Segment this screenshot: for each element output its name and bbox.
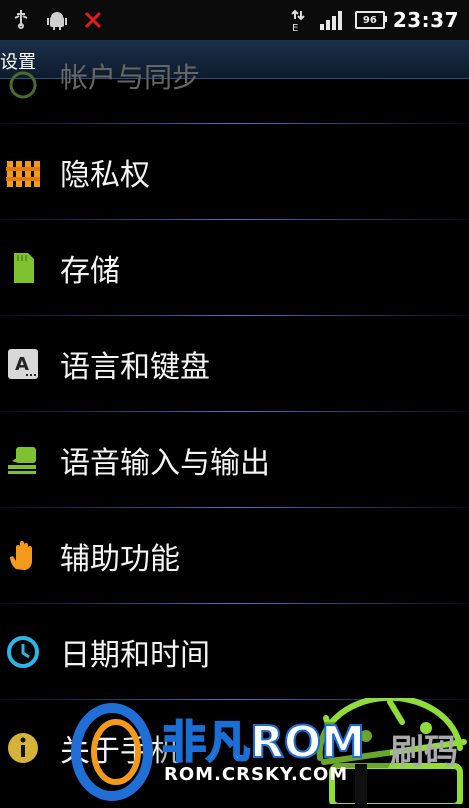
svg-text:E: E <box>292 23 298 32</box>
settings-item-language-keyboard[interactable]: A 语言和键盘 <box>0 316 469 412</box>
status-time: 23:37 <box>392 8 459 32</box>
data-transfer-icon: E <box>287 9 309 32</box>
settings-item-accessibility[interactable]: 辅助功能 <box>0 508 469 604</box>
no-sim-icon <box>82 9 104 31</box>
svg-text:A: A <box>15 354 29 375</box>
sd-card-icon <box>6 251 40 285</box>
settings-item-label: 语音输入与输出 <box>60 446 270 481</box>
settings-item-accounts-sync[interactable]: 帐户与同步 <box>0 61 469 124</box>
watermark-overlay: 非凡ROM ROM.CRSKY.COM 刷码 <box>70 694 469 808</box>
sync-icon <box>6 68 40 102</box>
settings-item-privacy[interactable]: 隐私权 <box>0 124 469 220</box>
settings-item-voice-io[interactable]: 语音输入与输出 <box>0 412 469 508</box>
settings-item-label: 辅助功能 <box>60 542 180 577</box>
privacy-fence-icon <box>6 155 40 189</box>
keyboard-icon: A <box>6 347 40 381</box>
settings-item-label: 语言和键盘 <box>60 350 210 385</box>
settings-list: 帐户与同步 隐私权 存储 A 语言和键盘 语音输入与输出 辅助功能 日期和时间 … <box>0 61 469 796</box>
watermark-partial-text: 刷码 <box>390 732 458 772</box>
signal-strength-icon <box>317 9 347 31</box>
watermark-url: ROM.CRSKY.COM <box>164 764 349 785</box>
battery-icon: 96 <box>354 11 387 29</box>
usb-icon <box>10 9 32 31</box>
settings-item-label: 隐私权 <box>60 158 150 193</box>
settings-item-label: 日期和时间 <box>60 638 210 673</box>
watermark-brand: 非凡ROM <box>161 716 366 769</box>
settings-item-label: 存储 <box>60 254 120 289</box>
status-bar: E 96 23:37 <box>0 0 469 40</box>
settings-item-label: 帐户与同步 <box>60 61 201 94</box>
clock-icon <box>6 635 40 669</box>
info-icon <box>6 731 40 765</box>
hand-icon <box>6 539 40 573</box>
voice-io-icon <box>6 443 40 477</box>
settings-item-storage[interactable]: 存储 <box>0 220 469 316</box>
settings-item-date-time[interactable]: 日期和时间 <box>0 604 469 700</box>
android-debug-icon <box>46 9 68 31</box>
